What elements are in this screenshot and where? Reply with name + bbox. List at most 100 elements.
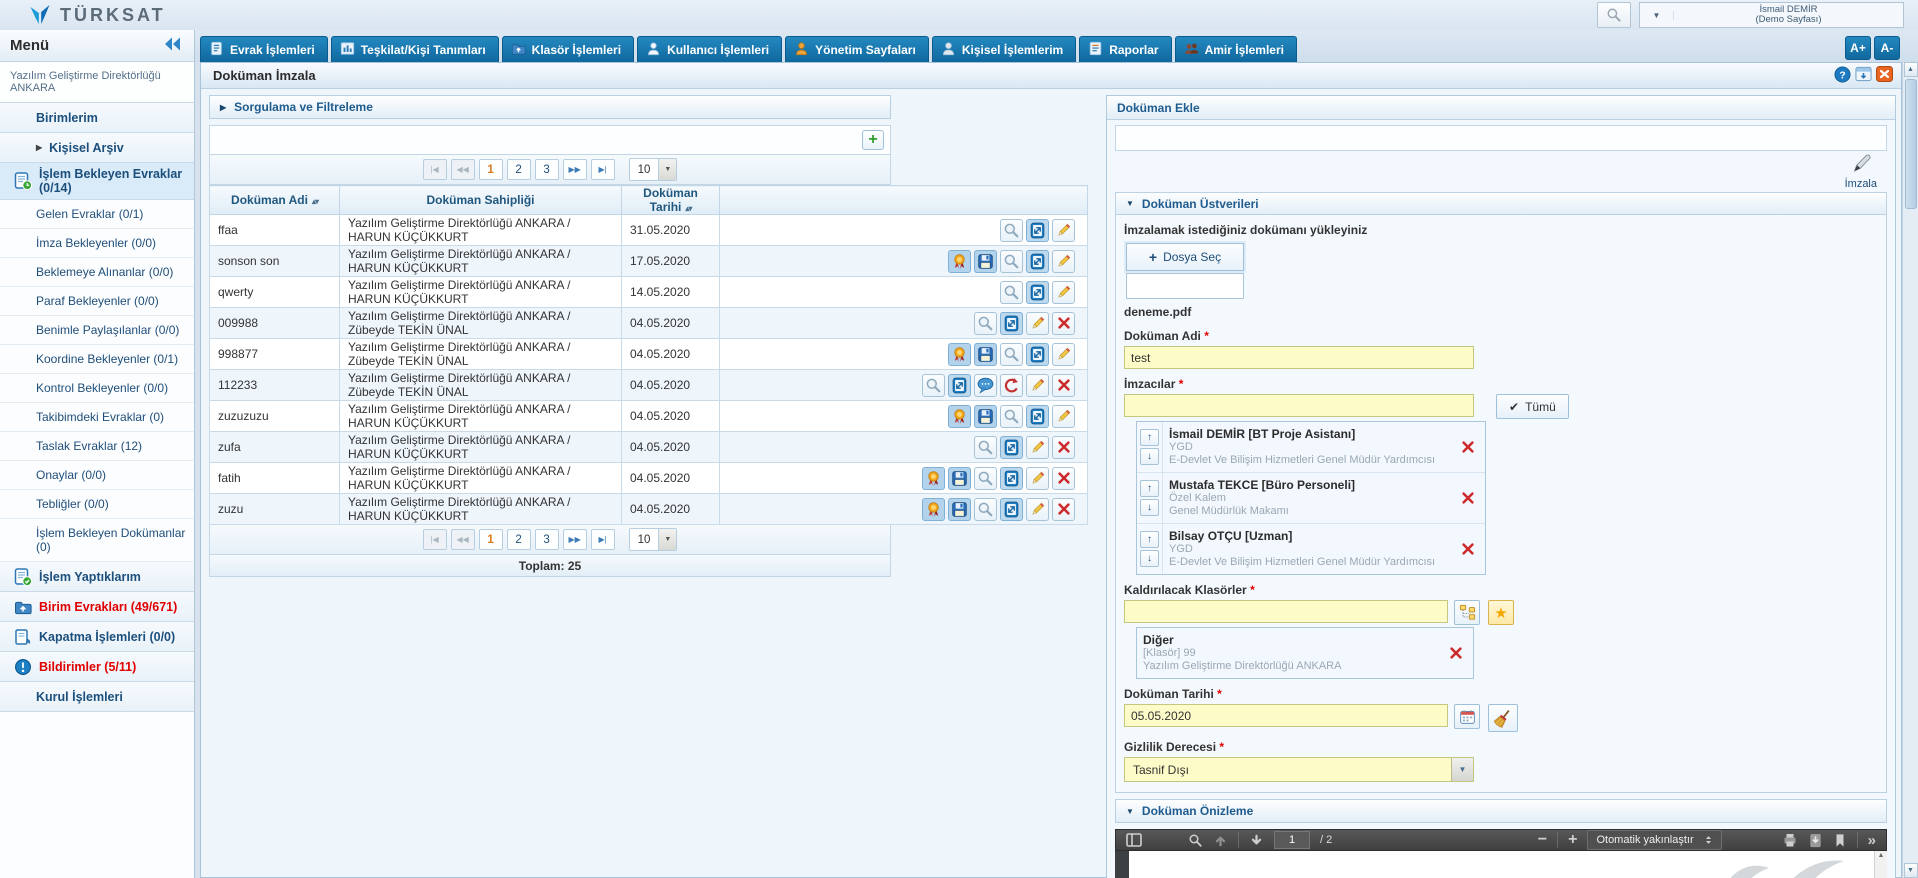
sidebar-subitem-paraf-bekleyenler-0-0[interactable]: Paraf Bekleyenler (0/0) [0, 287, 194, 316]
pager-page-1[interactable]: 1 [479, 159, 503, 180]
open-button[interactable] [1000, 436, 1023, 459]
save-button[interactable] [948, 467, 971, 490]
scroll-up-icon[interactable]: ▲ [1878, 852, 1885, 859]
pager-next-button[interactable]: ▶▶ [563, 159, 587, 180]
pdf-search-icon[interactable] [1188, 833, 1203, 848]
clear-date-button[interactable] [1488, 704, 1518, 732]
upload-dropzone[interactable] [1126, 273, 1244, 299]
sidebar-subitem-beklemeye-al-nanlar-0-0[interactable]: Beklemeye Alınanlar (0/0) [0, 258, 194, 287]
delete-button[interactable] [1052, 467, 1075, 490]
sidebar-subitem-benimle-payla-lanlar-0-0[interactable]: Benimle Paylaşılanlar (0/0) [0, 316, 194, 345]
page-size-select[interactable]: 10▼ [629, 528, 678, 551]
pdf-more-tools-icon[interactable]: » [1868, 832, 1876, 849]
sidebar-subitem-onaylar-0-0[interactable]: Onaylar (0/0) [0, 461, 194, 490]
font-increase-button[interactable]: A+ [1845, 36, 1871, 60]
save-button[interactable] [974, 250, 997, 273]
metadata-section-toggle[interactable]: ▼ Doküman Üstverileri [1116, 193, 1886, 215]
sidebar-item-i-lem-bekleyen-evraklar-0-14[interactable]: İşlem Bekleyen Evraklar (0/14) [0, 163, 194, 200]
move-down-button[interactable]: ↓ [1140, 550, 1159, 567]
user-menu[interactable]: ▼ İsmail DEMİR (Demo Sayfası) [1639, 2, 1904, 28]
remove-folder-button[interactable] [1439, 628, 1473, 678]
pdf-page-input[interactable] [1274, 831, 1310, 849]
pager-first-button[interactable]: |◀ [423, 159, 447, 180]
sidebar-item-i-lem-yapt-klar-m[interactable]: İşlem Yaptıklarım [0, 562, 194, 592]
pager-next-button[interactable]: ▶▶ [563, 529, 587, 550]
open-button[interactable] [1026, 405, 1049, 428]
preview-section-toggle[interactable]: ▼ Doküman Önizleme [1115, 799, 1887, 823]
choose-file-button[interactable]: + Dosya Seç [1126, 243, 1244, 271]
pager-last-button[interactable]: ▶| [591, 529, 615, 550]
sidebar-item-birimlerim[interactable]: Birimlerim [0, 103, 194, 133]
move-down-button[interactable]: ↓ [1140, 499, 1159, 516]
sidebar-subitem-takibimdeki-evraklar-0[interactable]: Takibimdeki Evraklar (0) [0, 403, 194, 432]
search-button[interactable] [1000, 405, 1023, 428]
pager-page-2[interactable]: 2 [507, 529, 531, 550]
font-decrease-button[interactable]: A- [1874, 36, 1900, 60]
search-button[interactable] [922, 374, 945, 397]
delete-button[interactable] [1052, 374, 1075, 397]
scroll-thumb[interactable] [1905, 79, 1917, 209]
save-button[interactable] [948, 498, 971, 521]
seal-button[interactable] [922, 498, 945, 521]
open-button[interactable] [1000, 312, 1023, 335]
comment-button[interactable] [974, 374, 997, 397]
delete-button[interactable] [1052, 312, 1075, 335]
pdf-page-down-icon[interactable] [1249, 833, 1264, 848]
open-button[interactable] [1026, 343, 1049, 366]
pager-page-1[interactable]: 1 [479, 529, 503, 550]
column-header-dok-man-tarihi[interactable]: Doküman Tarihi▴▾ [622, 186, 720, 215]
tab-klas-r-i-lemleri[interactable]: Klasör İşlemleri [502, 36, 634, 62]
undo-button[interactable] [1000, 374, 1023, 397]
sidebar-subitem-i-lem-bekleyen-dok-manlar-0[interactable]: İşlem Bekleyen Dokümanlar (0) [0, 519, 194, 562]
sidebar-subitem-kontrol-bekleyenler-0-0[interactable]: Kontrol Bekleyenler (0/0) [0, 374, 194, 403]
sidebar-subitem-gelen-evraklar-0-1[interactable]: Gelen Evraklar (0/1) [0, 200, 194, 229]
open-button[interactable] [1026, 250, 1049, 273]
search-button[interactable] [1000, 281, 1023, 304]
global-search-button[interactable] [1597, 2, 1631, 28]
filter-section-toggle[interactable]: ▶ Sorgulama ve Filtreleme [209, 95, 891, 119]
edit-button[interactable] [1052, 281, 1075, 304]
save-button[interactable] [974, 405, 997, 428]
search-button[interactable] [974, 498, 997, 521]
edit-button[interactable] [1026, 467, 1049, 490]
pager-page-3[interactable]: 3 [535, 529, 559, 550]
sidebar-subitem-i-mza-bekleyenler-0-0[interactable]: İmza Bekleyenler (0/0) [0, 229, 194, 258]
folder-tree-button[interactable] [1454, 600, 1480, 625]
pager-page-3[interactable]: 3 [535, 159, 559, 180]
open-button[interactable] [948, 374, 971, 397]
favorite-folder-button[interactable]: ★ [1488, 600, 1514, 625]
signers-input[interactable] [1124, 394, 1474, 417]
pdf-bookmark-icon[interactable] [1833, 833, 1847, 848]
remove-signer-button[interactable] [1451, 473, 1485, 523]
pdf-page-up-icon[interactable] [1213, 833, 1228, 848]
page-size-select[interactable]: 10▼ [629, 158, 678, 181]
edit-button[interactable] [1026, 312, 1049, 335]
sidebar-subitem-taslak-evraklar-12[interactable]: Taslak Evraklar (12) [0, 432, 194, 461]
open-button[interactable] [1000, 467, 1023, 490]
folders-input[interactable] [1124, 600, 1448, 623]
scroll-up-icon[interactable]: ▲ [1904, 62, 1918, 77]
move-down-button[interactable]: ↓ [1140, 448, 1159, 465]
tab-te-kilat-ki-i-tan-mlar[interactable]: Teşkilat/Kişi Tanımları [331, 36, 499, 62]
pdf-zoom-out-icon[interactable]: − [1538, 831, 1547, 849]
move-up-button[interactable]: ↑ [1140, 480, 1159, 497]
pager-first-button[interactable]: |◀ [423, 529, 447, 550]
page-scrollbar[interactable]: ▲ ▼ [1902, 62, 1918, 878]
pdf-sidebar-toggle-icon[interactable] [1126, 832, 1142, 848]
search-button[interactable] [1000, 219, 1023, 242]
pdf-zoom-select[interactable]: Otomatik yakınlaştır [1587, 830, 1721, 850]
sidebar-item-kurul-i-lemleri[interactable]: Kurul İşlemleri [0, 682, 194, 712]
seal-button[interactable] [922, 467, 945, 490]
search-button[interactable] [1000, 343, 1023, 366]
delete-button[interactable] [1052, 498, 1075, 521]
tab-ki-isel-i-lemlerim[interactable]: Kişisel İşlemlerim [932, 36, 1076, 62]
open-button[interactable] [1000, 498, 1023, 521]
save-button[interactable] [974, 343, 997, 366]
move-up-button[interactable]: ↑ [1140, 429, 1159, 446]
sidebar-item-kapatma-i-lemleri-0-0[interactable]: Kapatma İşlemleri (0/0) [0, 622, 194, 652]
tab-raporlar[interactable]: Raporlar [1079, 36, 1171, 62]
sidebar-item-bildirimler-5-11[interactable]: Bildirimler (5/11) [0, 652, 194, 682]
sidebar-item-birim-evraklar-49-671[interactable]: Birim Evrakları (49/671) [0, 592, 194, 622]
scroll-down-icon[interactable]: ▼ [1904, 863, 1918, 878]
privacy-select[interactable]: Tasnif Dışı ▼ [1124, 757, 1474, 782]
